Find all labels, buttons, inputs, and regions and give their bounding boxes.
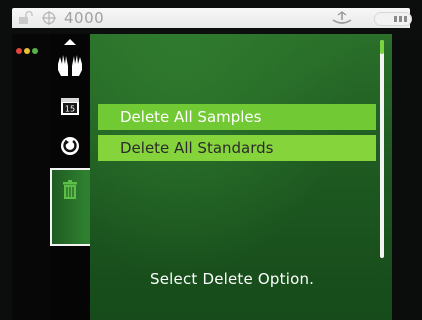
right-bezel (392, 34, 422, 320)
status-dots (16, 48, 38, 54)
scroll-thumb[interactable] (380, 40, 384, 54)
trash-icon (63, 180, 77, 199)
red-dot (16, 48, 22, 54)
crosshair-icon (42, 11, 56, 25)
circle-arrow-icon[interactable] (60, 136, 80, 156)
device-screen: 4000 15 Delete All Samples Delete All St… (0, 0, 422, 320)
battery-icon (374, 12, 412, 26)
toolbar-selected-tab[interactable] (50, 168, 92, 246)
left-icon-strip (12, 34, 50, 320)
lock-icon (19, 11, 33, 24)
prompt-text: Select Delete Option. (150, 270, 315, 288)
status-bar: 4000 (12, 8, 412, 28)
delete-all-samples-option[interactable]: Delete All Samples (98, 104, 376, 130)
hands-icon[interactable] (56, 52, 84, 78)
calendar-icon[interactable]: 15 (60, 96, 80, 116)
toolbar: 15 (50, 34, 92, 320)
delete-options-panel: Delete All Samples Delete All Standards … (90, 34, 392, 320)
antenna-icon (332, 11, 352, 24)
model-number: 4000 (64, 9, 105, 27)
delete-all-standards-option[interactable]: Delete All Standards (98, 135, 376, 161)
calendar-day: 15 (65, 105, 75, 114)
yellow-dot (24, 48, 30, 54)
up-arrow-icon[interactable] (63, 38, 77, 46)
green-dot (32, 48, 38, 54)
scrollbar[interactable] (380, 40, 384, 258)
